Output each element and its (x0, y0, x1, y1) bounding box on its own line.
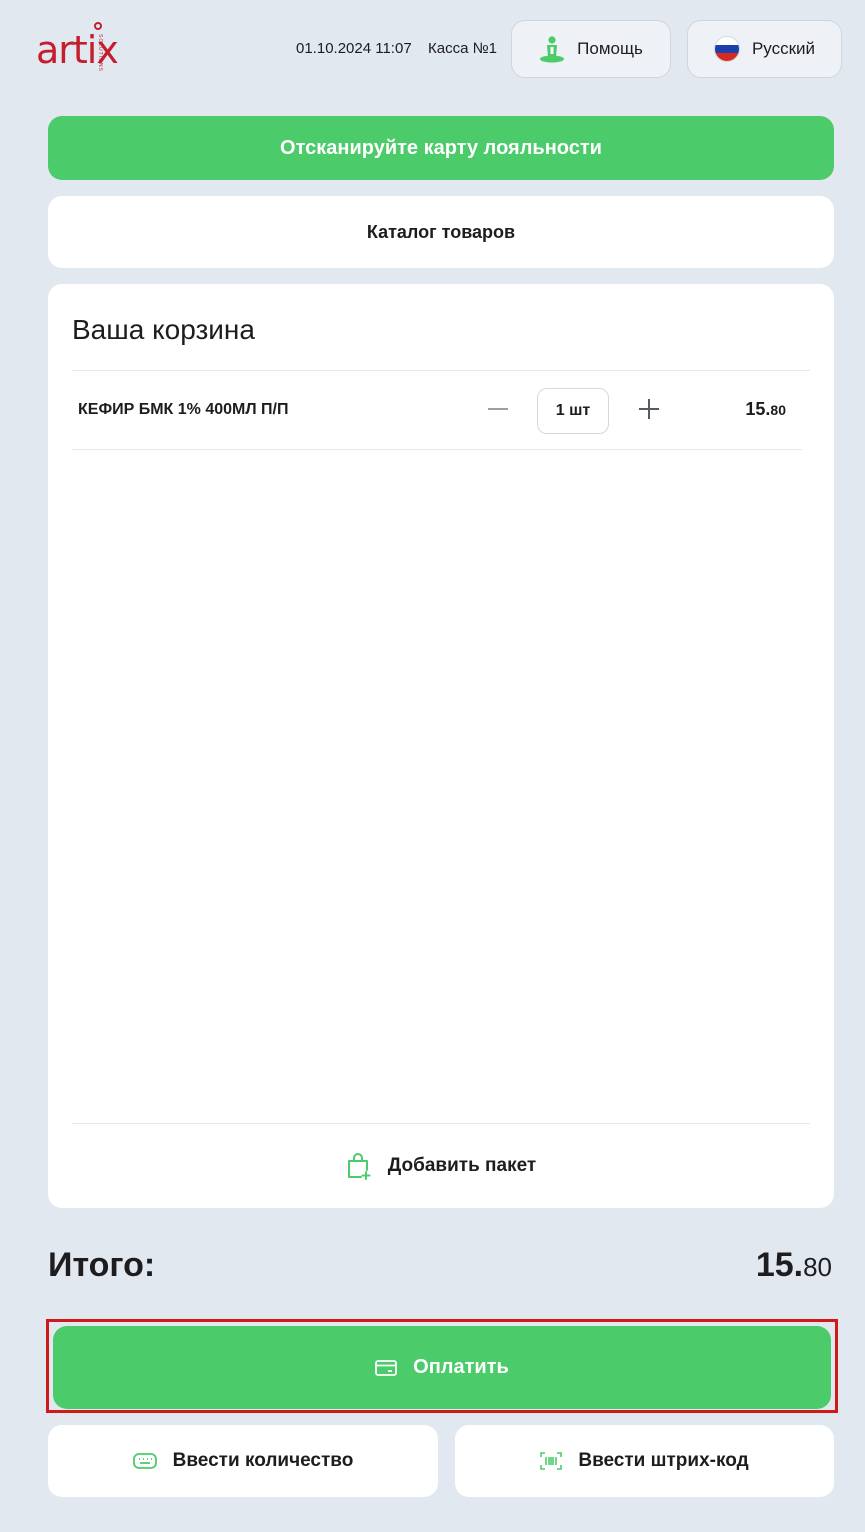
card-icon (375, 1359, 398, 1377)
shopping-bag-plus-icon (346, 1152, 372, 1180)
logo-text: artix (36, 28, 119, 72)
cart-item-name: КЕФИР БМК 1% 400МЛ П/П (78, 401, 289, 418)
decrease-quantity-button[interactable] (486, 397, 510, 421)
help-button[interactable]: Помощь (511, 20, 671, 78)
logo-ring (94, 22, 102, 30)
add-bag-button[interactable]: Добавить пакет (48, 1124, 834, 1208)
cart-title: Ваша корзина (72, 314, 255, 345)
increase-quantity-button[interactable] (637, 397, 661, 421)
cart-item-price-int: 15. (745, 399, 771, 419)
help-button-label: Помощь (577, 39, 643, 58)
language-button-label: Русский (751, 39, 816, 58)
add-bag-label: Добавить пакет (387, 1155, 537, 1176)
cart-item-row: КЕФИР БМК 1% 400МЛ П/П 1 шт 15.80 (72, 371, 802, 450)
logo-subtitle: SOLUTIONS (97, 34, 103, 72)
barcode-icon (540, 1452, 563, 1470)
cart-item-price: 15.80 (745, 399, 786, 420)
register-label: Касса №1 (428, 40, 498, 57)
enter-quantity-label: Ввести количество (172, 1450, 354, 1471)
artix-logo: artix SOLUTIONS (36, 22, 136, 72)
pay-button[interactable]: Оплатить (53, 1326, 831, 1409)
scan-loyalty-card-button[interactable]: Отсканируйте карту лояльности (48, 116, 834, 180)
cart-item-price-frac: 80 (770, 402, 786, 418)
pay-highlight: Оплатить (46, 1319, 838, 1413)
russia-flag-icon (713, 36, 740, 62)
datetime: 01.10.2024 11:07 (296, 40, 412, 57)
catalog-button-label: Каталог товаров (366, 221, 516, 242)
total-value-frac: 80 (803, 1252, 832, 1282)
enter-barcode-button[interactable]: Ввести штрих-код (455, 1425, 834, 1497)
enter-barcode-label: Ввести штрих-код (578, 1450, 749, 1471)
header: artix SOLUTIONS 01.10.2024 11:07 Касса №… (0, 0, 865, 100)
scan-loyalty-card-label: Отсканируйте карту лояльности (280, 136, 602, 159)
total-value-int: 15. (755, 1246, 804, 1284)
person-help-icon (539, 35, 565, 63)
total-label: Итого: (48, 1246, 156, 1284)
enter-quantity-button[interactable]: Ввести количество (48, 1425, 438, 1497)
pay-button-label: Оплатить (413, 1356, 509, 1378)
quantity-field[interactable]: 1 шт (537, 388, 609, 434)
keyboard-icon (132, 1452, 157, 1470)
cart-panel: Ваша корзина КЕФИР БМК 1% 400МЛ П/П 1 шт… (48, 284, 834, 1208)
language-button[interactable]: Русский (687, 20, 842, 78)
total-value: 15.80 (756, 1246, 832, 1285)
catalog-button[interactable]: Каталог товаров (48, 196, 834, 268)
